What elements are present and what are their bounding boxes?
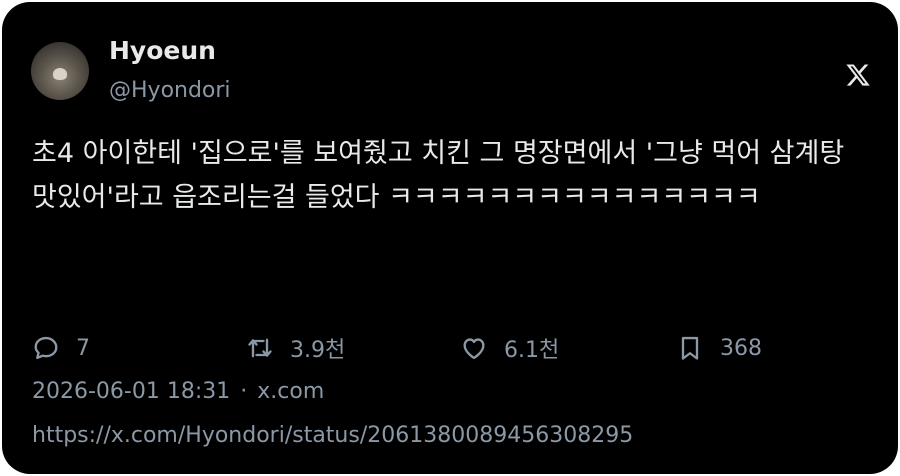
heart-icon [463,338,485,360]
bookmark-icon [681,336,699,360]
meta-separator: · [240,379,248,404]
avatar[interactable] [31,42,89,100]
reply-count: 7 [76,335,90,361]
reply-button[interactable]: 7 [32,332,90,364]
retweet-button[interactable]: 3.9천 [246,332,345,364]
action-bar: 7 3.9천 6.1천 368 [32,332,872,364]
author-display-name[interactable]: Hyoeun [109,36,216,65]
retweet-count: 3.9천 [290,338,346,363]
bookmark-button[interactable]: 368 [676,332,762,364]
like-count: 6.1천 [504,338,560,363]
bookmark-count: 368 [720,335,762,361]
tweet-card: Hyoeun @Hyondori 초4 아이한테 '집으로'를 보여줬고 치킨 … [2,2,898,474]
like-button[interactable]: 6.1천 [460,332,559,364]
author-handle[interactable]: @Hyondori [109,78,231,103]
tweet-timestamp[interactable]: 2026-06-01 18:31 [32,379,230,404]
tweet-url[interactable]: https://x.com/Hyondori/status/2061380089… [32,423,633,448]
avatar-image [53,68,67,80]
x-logo-icon [846,64,870,86]
tweet-text: 초4 아이한테 '집으로'를 보여줬고 치킨 그 명장면에서 '그냥 먹어 삼계… [32,138,845,213]
retweet-icon [248,338,272,358]
speech-bubble-icon [34,336,58,360]
tweet-source[interactable]: x.com [257,379,324,404]
tweet-meta: 2026-06-01 18:31 · x.com [32,379,324,404]
